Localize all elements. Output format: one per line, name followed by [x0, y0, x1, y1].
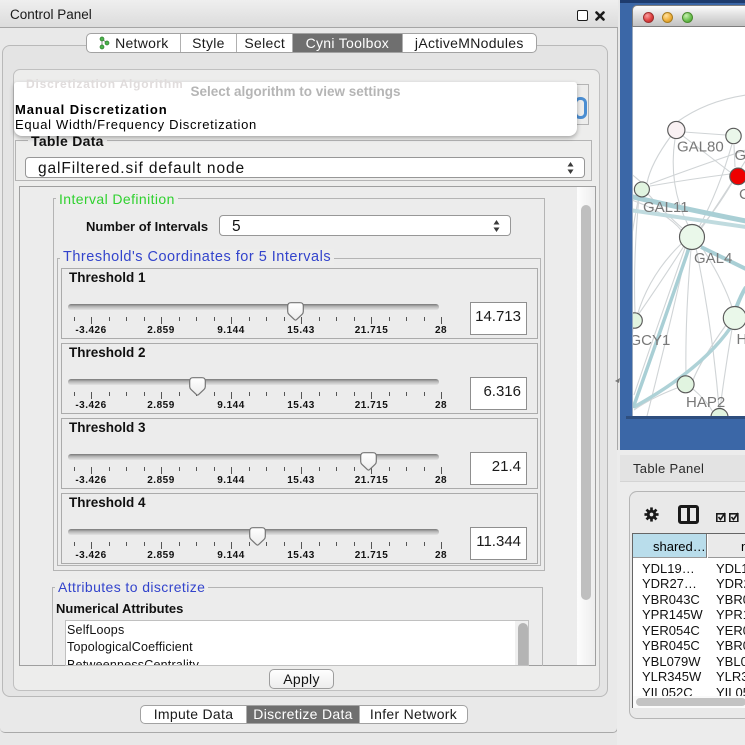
svg-text:GCY1: GCY1	[633, 332, 670, 349]
svg-text:CD: CD	[739, 186, 745, 203]
svg-text:GAL80: GAL80	[677, 139, 724, 156]
svg-text:GA: GA	[735, 147, 745, 164]
svg-text:HAP2: HAP2	[686, 394, 725, 411]
svg-text:GAL11: GAL11	[643, 199, 689, 216]
svg-text:HIS4: HIS4	[737, 331, 745, 348]
svg-text:GAL4: GAL4	[694, 250, 732, 267]
